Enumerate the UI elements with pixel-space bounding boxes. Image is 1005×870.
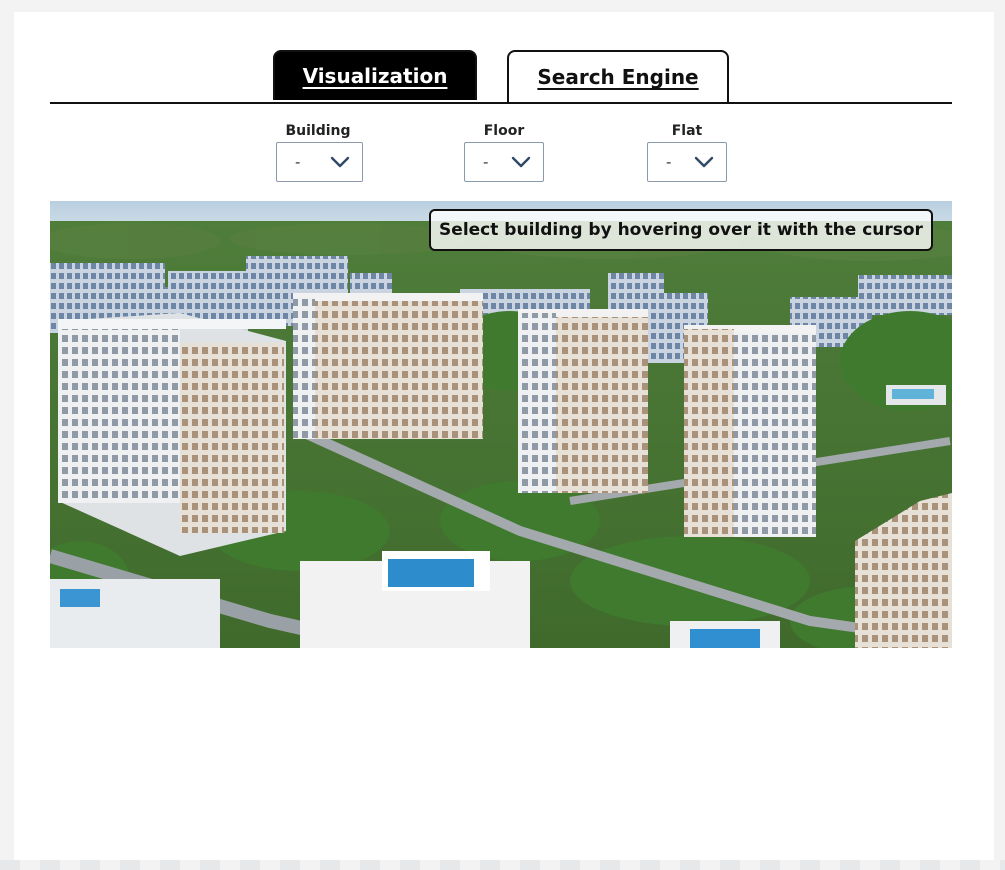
- flat-label: Flat: [671, 123, 703, 139]
- tab-visualization[interactable]: Visualization: [273, 50, 477, 100]
- flat-filter: Flat -: [647, 120, 727, 182]
- building-visualization[interactable]: Select building by hovering over it with…: [50, 201, 952, 648]
- footer-pattern: [0, 860, 1005, 870]
- chevron-down-icon: [511, 153, 531, 172]
- floor-select-value: -: [483, 153, 489, 171]
- tab-search-engine-label: Search Engine: [537, 65, 699, 89]
- chevron-down-icon: [330, 153, 350, 172]
- page-card: Visualization Search Engine Building - F…: [14, 12, 994, 860]
- floor-select[interactable]: -: [464, 142, 544, 182]
- tab-visualization-label: Visualization: [302, 64, 448, 88]
- chevron-down-icon: [694, 153, 714, 172]
- building-select-value: -: [295, 153, 301, 171]
- tab-search-engine[interactable]: Search Engine: [507, 50, 729, 102]
- building-label: Building: [285, 123, 351, 139]
- aerial-render-image: [50, 201, 952, 648]
- flat-select[interactable]: -: [647, 142, 727, 182]
- tab-bar: Visualization Search Engine: [50, 50, 952, 104]
- flat-select-value: -: [666, 153, 672, 171]
- building-select[interactable]: -: [276, 142, 363, 182]
- floor-label: Floor: [483, 123, 525, 139]
- floor-filter: Floor -: [464, 120, 544, 182]
- hover-hint-tooltip: Select building by hovering over it with…: [429, 209, 933, 251]
- building-filter: Building -: [276, 120, 363, 182]
